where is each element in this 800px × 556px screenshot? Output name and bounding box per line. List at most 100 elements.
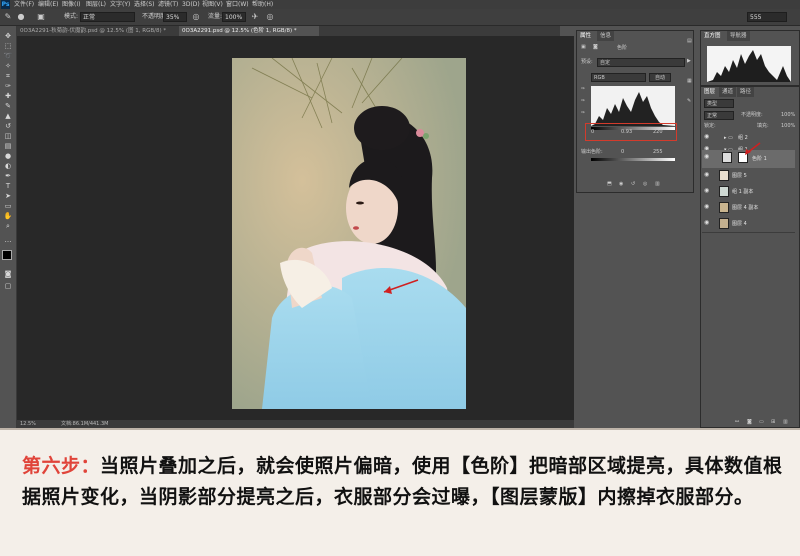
menu-layer[interactable]: 图层(L) [86,0,106,9]
visibility-eye-icon[interactable]: ◉ [704,220,710,226]
marquee-tool-icon[interactable]: ⬚ [3,42,13,50]
black-eyedropper-icon[interactable]: ✑ [581,86,585,93]
menu-window[interactable]: 窗口(W) [226,0,249,9]
tab-layers[interactable]: 图层 [701,87,719,97]
channel-select[interactable]: RGB [591,73,646,82]
airbrush-icon[interactable]: ✈ [250,12,260,22]
delete-icon[interactable]: ▥ [655,181,660,188]
lasso-tool-icon[interactable]: ➰ [3,52,13,60]
menu-type[interactable]: 文字(Y) [110,0,130,9]
zoom-level[interactable]: 12.5% [20,420,36,428]
output-black-value[interactable]: 0 [621,149,624,156]
eraser-tool-icon[interactable]: ◫ [3,132,13,140]
workspace-field[interactable]: 555 [747,12,787,22]
mode-label: 模式: [64,13,79,20]
layer-row[interactable]: ◉ 图层 4 [702,216,795,233]
visibility-eye-icon[interactable]: ◉ [704,172,710,178]
mode-select[interactable]: 正常 [80,12,135,22]
brush-panel-icon[interactable]: ✎ [687,98,691,105]
pen-tool-icon[interactable]: ✒ [3,172,13,180]
preset-select[interactable]: 自定 [597,58,685,67]
gamma-input-value[interactable]: 0.93 [621,129,632,136]
menu-file[interactable]: 文件(F) [14,0,34,9]
stamp-tool-icon[interactable]: ▲ [3,112,13,120]
screen-mode-icon[interactable]: ▢ [3,282,13,290]
visibility-eye-icon[interactable]: ◉ [704,188,710,194]
menu-3d[interactable]: 3D(D) [182,0,200,9]
flow-field[interactable]: 100% [222,12,246,22]
healing-tool-icon[interactable]: ✚ [3,92,13,100]
path-select-tool-icon[interactable]: ➤ [3,192,13,200]
visibility-eye-icon[interactable]: ◉ [704,134,710,140]
tab-properties[interactable]: 属性 [577,31,595,41]
new-group-icon[interactable]: ▭ [759,419,764,426]
hand-tool-icon[interactable]: ✋ [3,212,13,220]
tab-navigator[interactable]: 导航器 [727,31,750,41]
tab-document-1[interactable]: 0O3A2291-秋菊韵-伏魔韵.psd @ 12.5% (图 1, RGB/8… [17,26,177,36]
zoom-tool-icon[interactable]: ⌕ [3,222,13,230]
brush-panel-icon[interactable]: ▣ [36,12,46,22]
pressure-size-icon[interactable]: ◎ [265,12,275,22]
menu-filter[interactable]: 滤镜(T) [158,0,178,9]
output-white-value[interactable]: 255 [653,149,663,156]
quick-select-tool-icon[interactable]: ✧ [3,62,13,70]
foreground-color-swatch[interactable] [2,250,12,260]
brush-preset-icon[interactable]: ● [16,12,26,22]
fill-value[interactable]: 100% [781,123,795,130]
layer-row[interactable]: ◉ 图层 4 副本 [702,200,795,217]
pressure-opacity-icon[interactable]: ◎ [191,12,201,22]
opacity-field[interactable]: 35% [163,12,187,22]
white-input-value[interactable]: 220 [653,129,663,136]
eyedropper-tool-icon[interactable]: ✑ [3,82,13,90]
black-input-value[interactable]: 0 [591,129,594,136]
history-panel-icon[interactable]: ▤ [687,38,692,45]
brush-tool-icon[interactable]: ✎ [3,12,13,22]
layer-opacity-value[interactable]: 100% [781,112,795,119]
reset-icon[interactable]: ↺ [631,181,635,188]
layer-row[interactable]: ◉ 图层 5 [702,168,795,185]
auto-button[interactable]: 自动 [649,73,671,82]
mask-icon: ◙ [593,44,598,50]
history-brush-tool-icon[interactable]: ↺ [3,122,13,130]
layer-row-selected[interactable]: ◉ 色阶 1 [702,142,795,169]
shape-tool-icon[interactable]: ▭ [3,202,13,210]
add-mask-icon[interactable]: ◙ [747,419,752,426]
gray-eyedropper-icon[interactable]: ✑ [581,98,585,105]
quick-mask-icon[interactable]: ◙ [3,270,13,278]
blend-mode-select[interactable]: 正常 [704,111,734,120]
blur-tool-icon[interactable]: ● [3,152,13,160]
clip-to-layer-icon[interactable]: ⬒ [607,181,612,188]
swatches-panel-icon[interactable]: ▦ [687,78,692,85]
layer-thumbnail [719,218,729,229]
tab-info[interactable]: 信息 [597,31,615,41]
dodge-tool-icon[interactable]: ◐ [3,162,13,170]
menu-image[interactable]: 图像(I) [62,0,80,9]
layer-kind-filter[interactable]: 类型 [704,99,734,108]
document-photo[interactable] [232,58,466,409]
visibility-icon[interactable]: ◎ [643,181,647,188]
more-tools-icon[interactable]: … [3,236,13,244]
visibility-eye-icon[interactable]: ◉ [704,204,710,210]
tab-document-2[interactable]: 0O3A2291.psd @ 12.5% (色阶 1, RGB/8) * [179,26,319,36]
crop-tool-icon[interactable]: ⌗ [3,72,13,80]
menu-edit[interactable]: 编辑(E) [38,0,58,9]
brush-tool-icon[interactable]: ✎ [3,102,13,110]
menu-view[interactable]: 视图(V) [202,0,223,9]
layer-row[interactable]: ◉ 组 1 副本 [702,184,795,201]
visibility-eye-icon[interactable]: ◉ [704,154,710,160]
view-previous-icon[interactable]: ◉ [619,181,623,188]
tab-channels[interactable]: 通道 [719,87,737,97]
move-tool-icon[interactable]: ✥ [3,32,13,40]
layer-opacity-label: 不透明度: [741,112,763,118]
tab-histogram[interactable]: 直方图 [701,31,724,41]
delete-layer-icon[interactable]: ▥ [783,419,788,426]
actions-panel-icon[interactable]: ▶ [687,58,691,65]
menu-select[interactable]: 选择(S) [134,0,155,9]
tab-paths[interactable]: 路径 [737,87,755,97]
link-layers-icon[interactable]: ⚯ [735,419,739,426]
new-layer-icon[interactable]: ⊞ [771,419,775,426]
gradient-tool-icon[interactable]: ▤ [3,142,13,150]
white-eyedropper-icon[interactable]: ✑ [581,110,585,117]
menu-help[interactable]: 帮助(H) [252,0,273,9]
type-tool-icon[interactable]: T [3,182,13,190]
